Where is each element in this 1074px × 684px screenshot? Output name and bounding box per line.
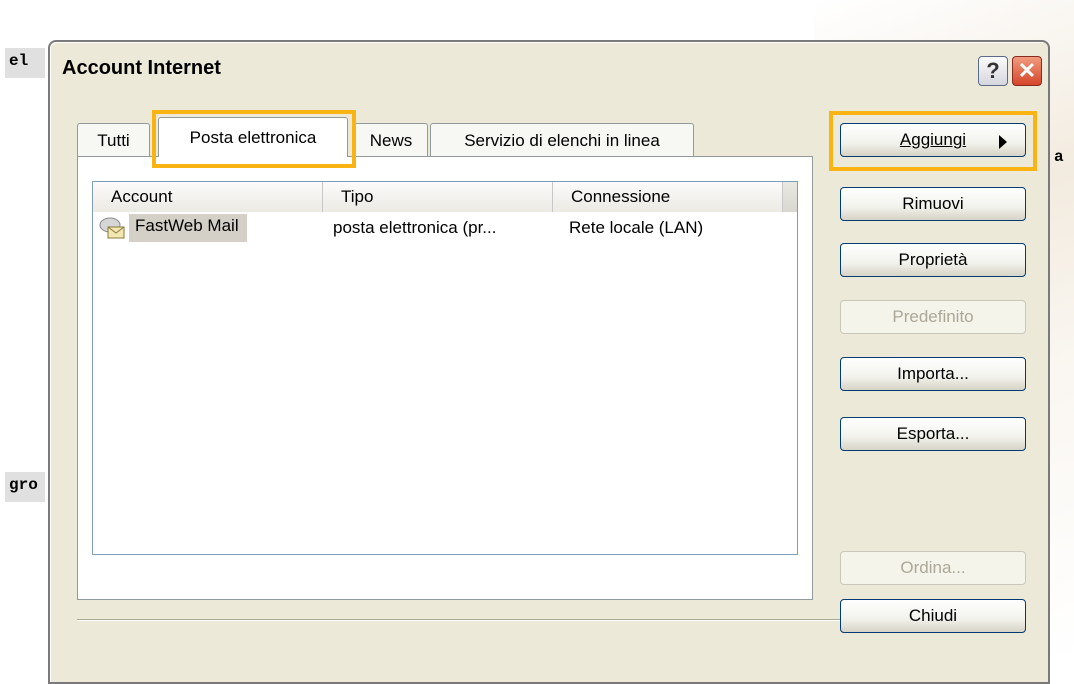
accounts-list[interactable]: Account Tipo Connessione FastWeb Mail po… <box>92 181 798 555</box>
column-header-connessione[interactable]: Connessione <box>553 182 783 212</box>
chiudi-button[interactable]: Chiudi <box>840 599 1026 633</box>
button-label: Rimuovi <box>902 194 964 213</box>
close-window-button[interactable]: ✕ <box>1012 56 1042 86</box>
button-label: Aggiungi <box>899 130 967 149</box>
tab-label: Tutti <box>97 130 130 150</box>
list-item[interactable]: FastWeb Mail posta elettronica (pr... Re… <box>93 214 797 244</box>
question-mark-icon: ? <box>986 58 1000 83</box>
button-label: Esporta... <box>896 424 970 443</box>
tab-label: Servizio di elenchi in linea <box>464 130 660 150</box>
mail-account-icon <box>99 217 125 239</box>
predefinito-button[interactable]: Predefinito <box>840 300 1026 334</box>
button-label: Importa... <box>897 364 969 383</box>
button-label: Proprietà <box>898 250 968 269</box>
importa-button[interactable]: Importa... <box>840 357 1026 391</box>
account-internet-dialog: Account Internet ? ✕ Tutti Posta elettro… <box>48 40 1050 684</box>
ordina-button[interactable]: Ordina... <box>840 551 1026 585</box>
account-connection-cell: Rete locale (LAN) <box>569 218 704 237</box>
background-text: el <box>5 48 45 78</box>
triangle-right-icon <box>999 135 1007 149</box>
proprieta-button[interactable]: Proprietà <box>840 243 1026 277</box>
column-label: Account <box>111 187 173 206</box>
list-header: Account Tipo Connessione <box>93 182 797 212</box>
tab-servizio-elenchi[interactable]: Servizio di elenchi in linea <box>430 123 694 157</box>
account-type-cell: posta elettronica (pr... <box>333 218 497 237</box>
title-bar[interactable]: Account Internet ? ✕ <box>50 42 1048 94</box>
close-icon: ✕ <box>1017 58 1037 83</box>
aggiungi-button[interactable]: Aggiungi <box>840 123 1026 157</box>
column-label: Tipo <box>341 187 374 206</box>
help-button[interactable]: ? <box>978 56 1008 86</box>
background-text: a <box>1054 148 1064 166</box>
tab-tutti[interactable]: Tutti <box>77 123 150 157</box>
tab-news[interactable]: News <box>354 123 428 157</box>
tab-label: Posta elettronica <box>189 127 317 147</box>
account-name-cell: FastWeb Mail <box>129 214 247 242</box>
column-header-tipo[interactable]: Tipo <box>323 182 553 212</box>
column-header-filler <box>783 182 797 212</box>
dialog-title: Account Internet <box>62 57 221 79</box>
button-label: Ordina... <box>900 558 966 577</box>
tab-label: News <box>369 130 413 150</box>
tab-panel: Account Tipo Connessione FastWeb Mail po… <box>77 156 813 600</box>
rimuovi-button[interactable]: Rimuovi <box>840 187 1026 221</box>
button-label: Predefinito <box>892 307 974 326</box>
column-header-account[interactable]: Account <box>93 182 323 212</box>
column-label: Connessione <box>571 187 671 206</box>
button-label: Chiudi <box>908 606 958 625</box>
tab-posta-elettronica[interactable]: Posta elettronica <box>158 117 348 157</box>
background-text: gro <box>5 472 45 502</box>
esporta-button[interactable]: Esporta... <box>840 417 1026 451</box>
